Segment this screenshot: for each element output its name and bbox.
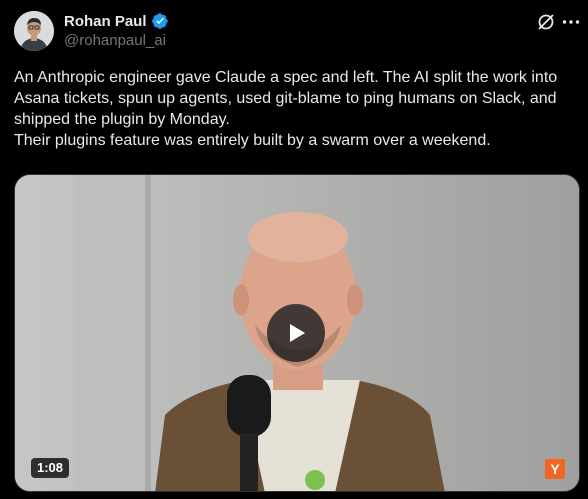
more-horizontal-icon <box>562 20 580 24</box>
tweet-header: Rohan Paul @rohanpaul_ai <box>0 0 588 62</box>
author-name-row: Rohan Paul <box>64 11 169 31</box>
tweet-paragraph: An Anthropic engineer gave Claude a spec… <box>14 69 558 128</box>
grok-button[interactable] <box>536 12 556 32</box>
avatar-image <box>14 11 54 51</box>
play-button[interactable] <box>267 304 325 362</box>
avatar[interactable] <box>14 11 54 51</box>
video-duration: 1:08 <box>31 458 70 478</box>
grok-icon <box>538 14 554 30</box>
author-handle[interactable]: @rohanpaul_ai <box>64 32 166 49</box>
video-player[interactable]: 1:08 Y <box>14 174 580 492</box>
play-icon <box>290 324 305 342</box>
more-options-button[interactable] <box>561 12 581 32</box>
channel-logo: Y <box>545 459 565 479</box>
verified-badge-icon <box>151 13 168 29</box>
author-name[interactable]: Rohan Paul <box>64 13 147 30</box>
tweet-text: An Anthropic engineer gave Claude a spec… <box>14 67 579 151</box>
tweet-paragraph: Their plugins feature was entirely built… <box>14 132 491 149</box>
